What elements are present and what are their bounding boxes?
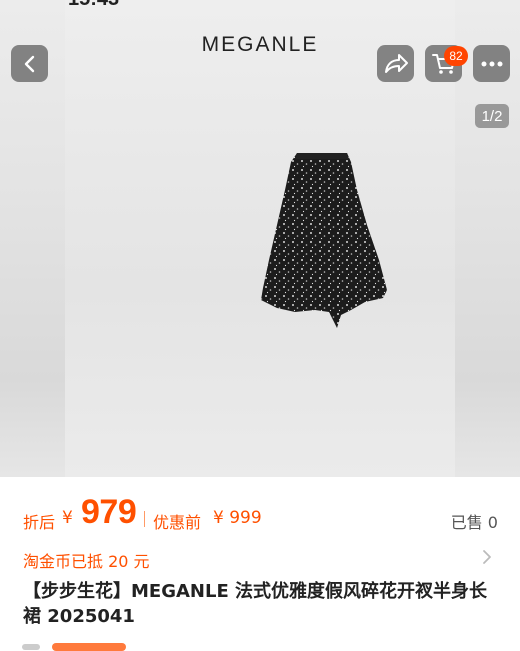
discount-price-label: 折后: [23, 513, 56, 532]
sold-count: 已售 0: [450, 513, 498, 532]
status-icons: [402, 0, 472, 6]
product-title: 【步步生花】MEGANLE 法式优雅度假风碎花开衩半身长裙 2025041: [23, 581, 488, 627]
skirt-image: [255, 150, 395, 334]
more-button[interactable]: [473, 45, 510, 82]
back-button[interactable]: [11, 45, 48, 82]
chevron-right-icon: [482, 549, 492, 569]
product-image-carousel[interactable]: 15:43 MEGANLE 82 1/2: [0, 0, 520, 477]
price-divider: [144, 511, 145, 527]
share-button[interactable]: [377, 45, 414, 82]
current-price: 979: [81, 493, 137, 531]
promo-tag: [52, 643, 126, 651]
more-icon: [481, 61, 502, 66]
cart-count-badge: 82: [444, 46, 468, 66]
coin-discount-row[interactable]: 淘金币已抵 20 元: [0, 541, 520, 573]
share-icon: [384, 53, 408, 73]
price-row: 折后 ¥ 979 优惠前 ¥ 999 已售 0: [0, 490, 520, 540]
image-page-indicator: 1/2: [475, 104, 509, 128]
original-price: ¥ 999: [213, 508, 262, 528]
original-price-label: 优惠前: [153, 513, 202, 532]
tag-placeholder: [22, 644, 40, 650]
coin-discount-text: 淘金币已抵 20 元: [23, 552, 150, 571]
currency-symbol: ¥: [62, 508, 73, 528]
status-time: 15:43: [68, 0, 119, 11]
chevron-left-icon: [24, 55, 34, 72]
